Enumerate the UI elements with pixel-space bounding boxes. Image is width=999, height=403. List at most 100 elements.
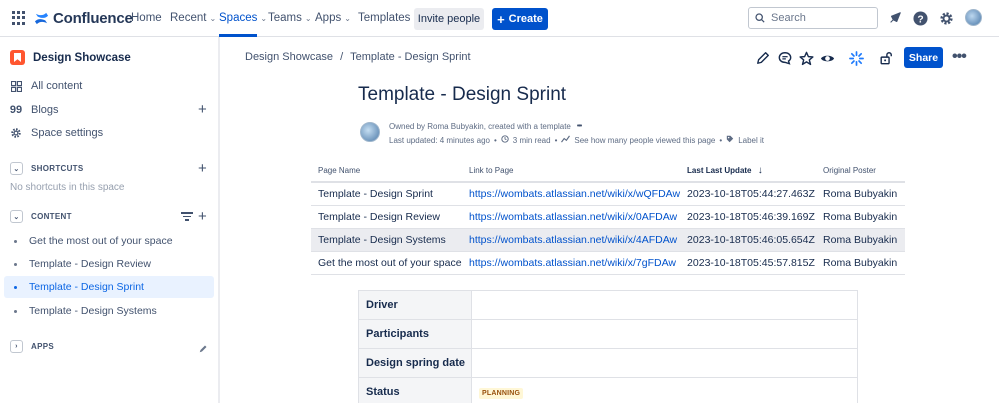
more-actions-icon[interactable]: ••• [952, 48, 967, 66]
search-input[interactable]: Search [748, 7, 878, 29]
label-it-link[interactable]: Label it [738, 136, 764, 145]
invite-people-button[interactable]: Invite people [414, 8, 484, 30]
meta-separator: • [493, 135, 497, 145]
read-time: 3 min read [512, 135, 551, 145]
search-placeholder: Search [771, 12, 806, 24]
apps-title: APPS [31, 342, 54, 351]
property-row: Design spring date [358, 348, 858, 378]
sidebar-item-space-settings[interactable]: Space settings [10, 127, 103, 139]
sort-arrow-down-icon: ↓ [757, 165, 763, 176]
sidebar-item-blogs[interactable]: 99 Blogs [10, 104, 59, 116]
chevron-down-icon: ⌄ [344, 13, 351, 23]
cell-poster: Roma Bubyakin [816, 182, 905, 206]
property-value [471, 290, 858, 320]
nav-templates[interactable]: Templates [358, 12, 410, 24]
edit-pencil-icon[interactable] [199, 341, 208, 356]
star-icon[interactable] [798, 50, 814, 66]
loading-sparkle-icon[interactable] [848, 50, 864, 66]
page-properties-report-table: Page Name Link to Page Last Last Update … [311, 160, 905, 275]
chevron-down-icon[interactable]: ⌄ [10, 162, 23, 175]
content-section-header[interactable]: ⌄ CONTENT [10, 210, 72, 223]
nav-apps[interactable]: Apps ⌄ [315, 12, 351, 24]
tree-item[interactable]: Get the most out of your space [4, 230, 214, 252]
tree-item-label: Template - Design Sprint [29, 281, 144, 293]
cell-page-link[interactable]: https://wombats.atlassian.net/wiki/x/4AF… [462, 228, 681, 252]
nav-apps-label: Apps [315, 12, 342, 24]
breadcrumb-space[interactable]: Design Showcase [245, 51, 333, 63]
chevron-down-icon: ⌄ [304, 13, 312, 23]
sidebar-item-label: Space settings [31, 127, 104, 139]
column-header-page-name[interactable]: Page Name [311, 160, 462, 183]
settings-gear-icon[interactable] [937, 9, 955, 27]
quote-icon: 99 [9, 104, 23, 116]
share-button[interactable]: Share [904, 47, 943, 68]
comment-icon[interactable] [777, 50, 793, 66]
plus-icon: + [497, 11, 505, 27]
unlock-icon[interactable] [878, 50, 894, 66]
page-title: Template - Design Sprint [358, 84, 567, 105]
meta-separator: • [719, 135, 723, 145]
breadcrumb-page[interactable]: Template - Design Sprint [350, 51, 470, 63]
add-content-icon[interactable]: + [198, 209, 207, 224]
chevron-down-icon: ⌄ [209, 13, 217, 23]
column-header-poster[interactable]: Original Poster [816, 160, 905, 183]
property-row: Participants [358, 319, 858, 349]
nav-recent[interactable]: Recent ⌄ [170, 12, 216, 24]
owner-avatar[interactable] [360, 122, 380, 142]
status-lozenge: PLANNING [479, 387, 524, 399]
cell-updated: 2023-10-18T05:46:39.169Z [680, 205, 817, 229]
breadcrumb-separator: / [340, 51, 344, 63]
shortcuts-section-header[interactable]: ⌄ SHORTCUTS [10, 162, 83, 175]
notifications-icon[interactable] [886, 9, 904, 27]
nav-spaces-label: Spaces [219, 12, 258, 24]
property-value: PLANNING [471, 377, 858, 403]
tree-item-label: Template - Design Review [29, 258, 151, 270]
sidebar-item-all-content[interactable]: All content [10, 80, 82, 92]
nav-teams[interactable]: Teams ⌄ [268, 12, 312, 24]
tree-item[interactable]: Template - Design Systems [4, 300, 214, 322]
top-navigation: Confluence Home Recent ⌄ Spaces ⌄ Teams ⌄ A… [0, 0, 999, 37]
chevron-right-icon[interactable]: › [10, 340, 23, 353]
help-icon[interactable]: ? [911, 9, 929, 27]
add-blog-icon[interactable]: + [198, 102, 207, 117]
table-row: Get the most out of your space https://w… [311, 251, 905, 275]
filter-icon[interactable] [181, 212, 193, 221]
cell-poster: Roma Bubyakin [816, 205, 905, 229]
byline-more-icon[interactable]: ••• [577, 123, 582, 130]
last-updated[interactable]: Last updated: 4 minutes ago [389, 136, 490, 145]
space-header[interactable]: Design Showcase [10, 50, 131, 65]
table-row: Template - Design Sprint https://wombats… [311, 182, 905, 206]
tree-item-selected[interactable]: Template - Design Sprint [4, 276, 214, 298]
meta-separator: • [554, 135, 558, 145]
confluence-logo-icon [34, 12, 49, 25]
column-header-last-update-label: Last Last Update [687, 166, 752, 175]
cell-page-link[interactable]: https://wombats.atlassian.net/wiki/x/wQF… [462, 182, 681, 206]
property-key: Design spring date [358, 348, 472, 378]
add-shortcut-icon[interactable]: + [198, 161, 207, 176]
apps-section-header[interactable]: › APPS [10, 340, 54, 353]
user-avatar[interactable] [965, 9, 982, 26]
create-label: Create [508, 13, 543, 25]
create-button[interactable]: + Create [492, 8, 548, 30]
byline-owner: Owned by Roma Bubyakin, created with a t… [389, 122, 582, 131]
column-header-link[interactable]: Link to Page [462, 160, 681, 183]
tree-item[interactable]: Template - Design Review [4, 253, 214, 275]
content-title: CONTENT [31, 212, 72, 221]
confluence-logo[interactable]: Confluence [34, 10, 133, 27]
views-link[interactable]: See how many people viewed this page [574, 136, 715, 145]
nav-home[interactable]: Home [131, 12, 162, 24]
edit-pencil-icon[interactable] [755, 50, 771, 66]
column-header-last-update[interactable]: Last Last Update ↓ [680, 160, 817, 183]
watch-eye-icon[interactable] [819, 50, 835, 66]
sidebar: Design Showcase All content 99 Blogs + S… [0, 37, 220, 403]
cell-updated: 2023-10-18T05:44:27.463Z [680, 182, 817, 206]
cell-page-name: Get the most out of your space [311, 251, 462, 275]
nav-spaces[interactable]: Spaces ⌄ [219, 12, 267, 24]
table-header-row: Page Name Link to Page Last Last Update … [311, 160, 905, 183]
cell-page-link[interactable]: https://wombats.atlassian.net/wiki/x/7gF… [462, 251, 681, 275]
app-switcher-icon[interactable] [12, 11, 26, 25]
bullet-icon [14, 262, 17, 266]
chevron-down-icon[interactable]: ⌄ [10, 210, 23, 223]
byline-meta: Last updated: 4 minutes ago • 3 min read… [389, 135, 764, 145]
cell-page-link[interactable]: https://wombats.atlassian.net/wiki/x/0AF… [462, 205, 681, 229]
